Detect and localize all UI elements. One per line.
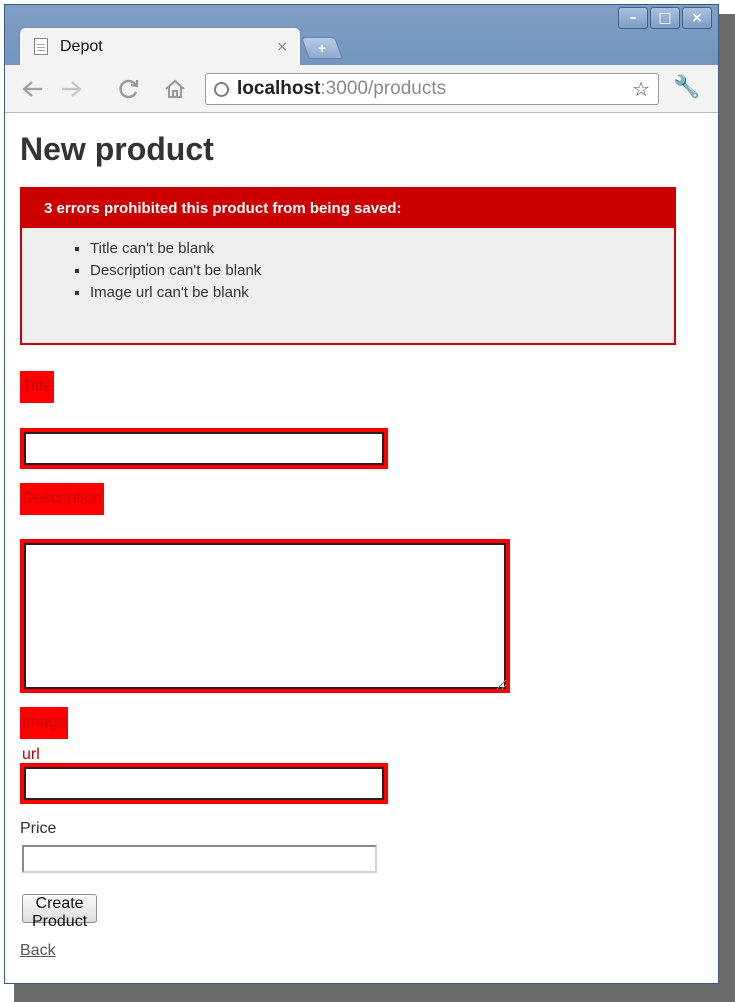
window-controls: – □ × bbox=[618, 7, 712, 29]
title-input[interactable] bbox=[24, 432, 384, 465]
title-field[interactable] bbox=[20, 428, 388, 469]
minimize-button[interactable]: – bbox=[618, 7, 648, 29]
maximize-button[interactable]: □ bbox=[650, 7, 680, 29]
page-icon bbox=[34, 38, 48, 55]
error-list: Title can't be blank Description can't b… bbox=[22, 240, 674, 301]
wrench-icon[interactable]: 🔧 bbox=[673, 75, 700, 100]
browser-window: – □ × Depot × + localhost:3000/products … bbox=[4, 4, 719, 984]
create-product-button[interactable]: Create Product bbox=[22, 894, 98, 930]
url-text[interactable]: localhost:3000/products bbox=[237, 78, 632, 100]
image-url-input[interactable] bbox=[24, 767, 384, 800]
price-label: Price bbox=[20, 820, 57, 837]
browser-toolbar: localhost:3000/products ☆ 🔧 bbox=[5, 65, 718, 113]
globe-icon bbox=[214, 81, 229, 97]
back-link[interactable]: Back bbox=[20, 942, 56, 960]
reload-icon[interactable] bbox=[115, 75, 143, 103]
close-window-button[interactable]: × bbox=[682, 7, 712, 29]
back-arrow-icon[interactable] bbox=[19, 75, 47, 103]
error-header: 3 errors prohibited this product from be… bbox=[22, 189, 674, 228]
browser-tab[interactable]: Depot × bbox=[19, 27, 301, 65]
home-icon[interactable] bbox=[161, 75, 189, 103]
error-item: Description can't be blank bbox=[90, 262, 674, 279]
description-textarea[interactable] bbox=[24, 543, 506, 689]
image-url-label: Image url bbox=[20, 707, 69, 763]
error-explanation: 3 errors prohibited this product from be… bbox=[20, 187, 676, 345]
title-label: Title bbox=[20, 371, 54, 403]
error-item: Title can't be blank bbox=[90, 240, 674, 257]
tab-title: Depot bbox=[60, 37, 103, 55]
resize-handle[interactable] bbox=[497, 680, 507, 690]
price-input[interactable] bbox=[22, 845, 377, 873]
description-field[interactable] bbox=[20, 539, 510, 693]
address-bar[interactable]: localhost:3000/products ☆ bbox=[205, 73, 659, 105]
tab-close-icon[interactable]: × bbox=[276, 39, 288, 55]
page-title: New product bbox=[20, 131, 214, 167]
image-url-field[interactable] bbox=[20, 763, 388, 804]
star-icon[interactable]: ☆ bbox=[632, 77, 650, 101]
window-frame: – □ × Depot × + localhost:3000/products … bbox=[5, 5, 718, 113]
forward-arrow-icon[interactable] bbox=[57, 75, 85, 103]
error-item: Image url can't be blank bbox=[90, 284, 674, 301]
new-tab-button[interactable]: + bbox=[300, 37, 344, 59]
plus-icon: + bbox=[317, 40, 327, 56]
description-label: Description bbox=[20, 483, 105, 515]
page-content: New product 3 errors prohibited this pro… bbox=[5, 113, 718, 983]
